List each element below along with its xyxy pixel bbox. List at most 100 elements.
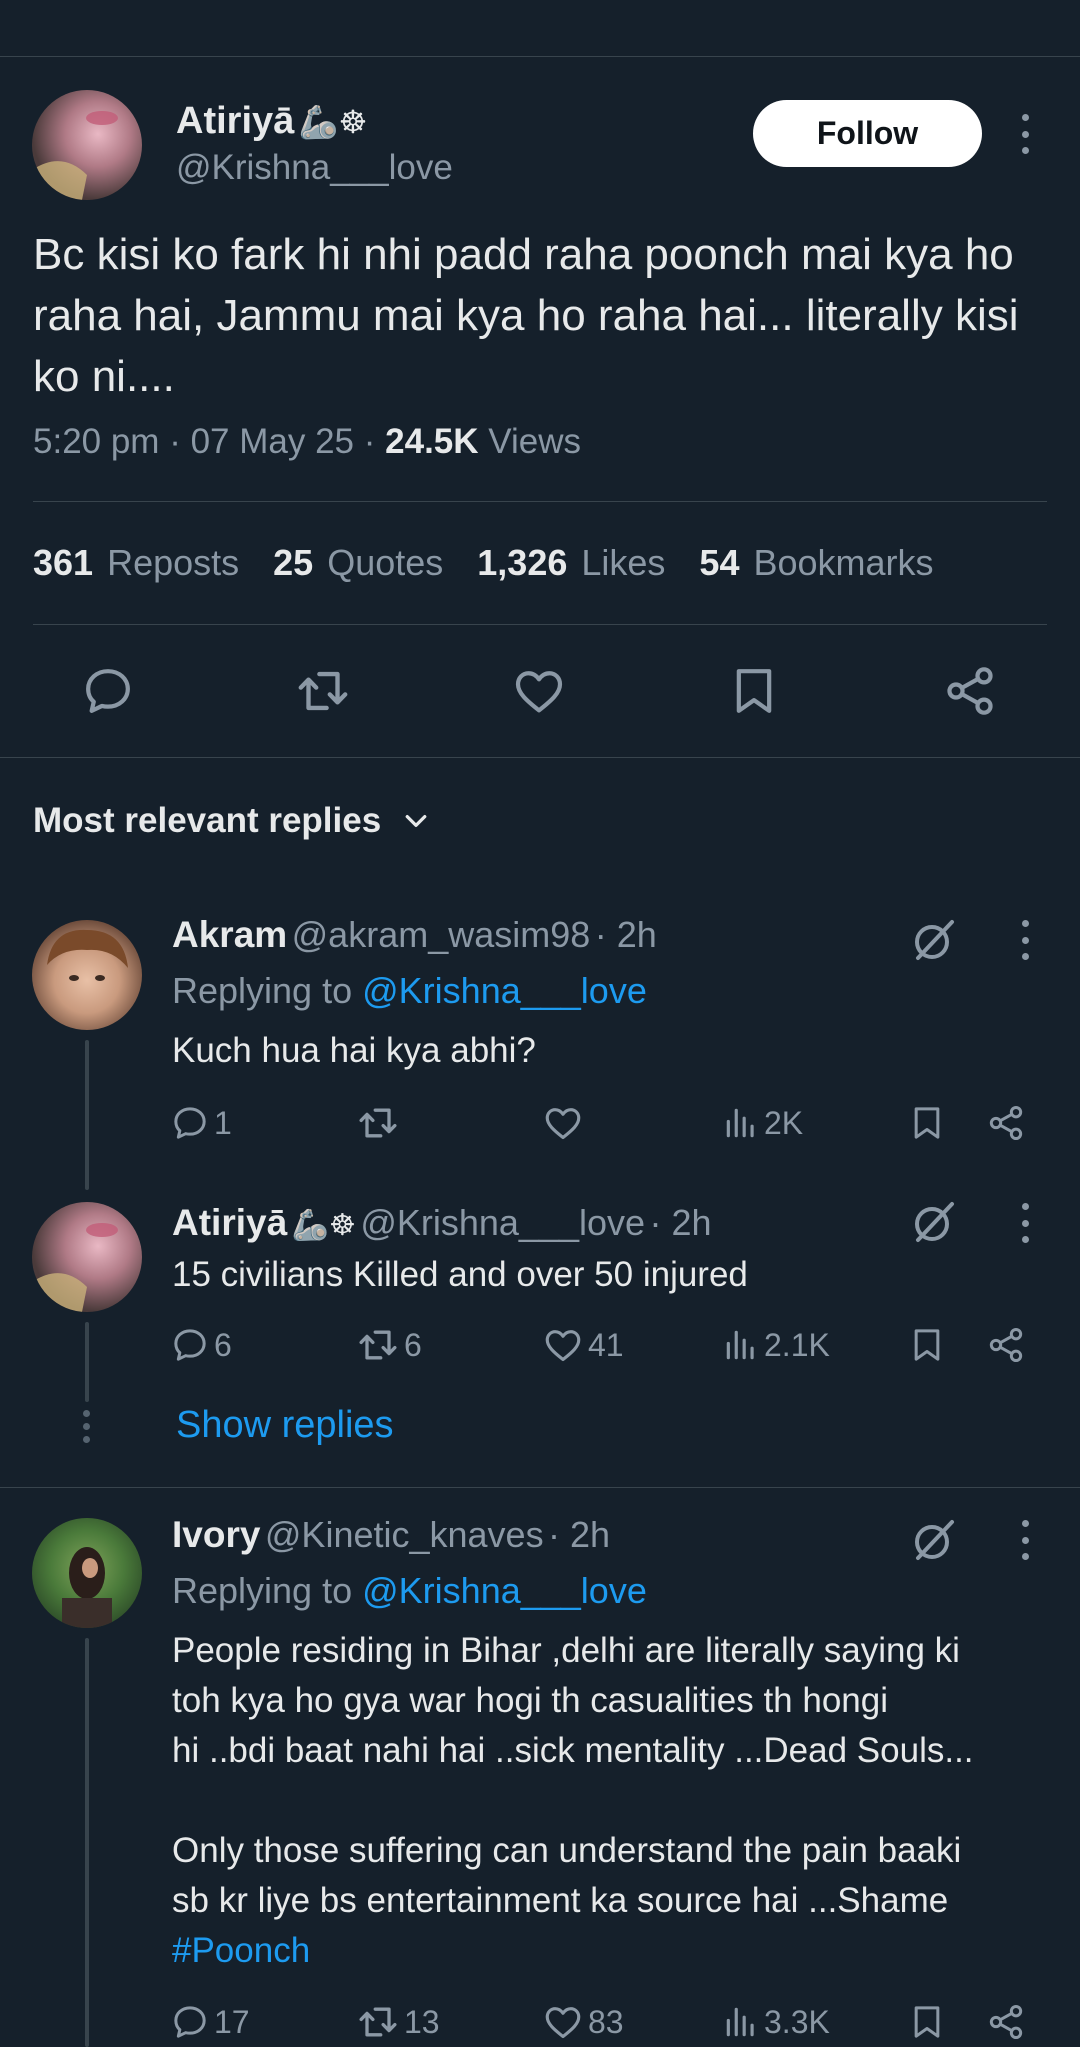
bookmark-icon bbox=[907, 1325, 947, 1365]
reply-icon bbox=[170, 2002, 210, 2042]
reply-author-name[interactable]: Atiriyā bbox=[172, 1202, 287, 1243]
reply-author-handle[interactable]: @Krishna___love bbox=[360, 1202, 645, 1243]
actions-divider bbox=[0, 757, 1080, 758]
reply-actions: 1 2K bbox=[170, 1098, 1030, 1148]
reply-icon bbox=[170, 1103, 210, 1143]
thread-line bbox=[85, 1638, 89, 2047]
author-handle[interactable]: @Krishna___love bbox=[176, 148, 453, 188]
bookmark-button[interactable] bbox=[907, 1997, 947, 2047]
more-options-icon[interactable] bbox=[1015, 1520, 1035, 1560]
reply-text: 15 civilians Killed and over 50 injured bbox=[172, 1255, 748, 1294]
repost-button[interactable] bbox=[356, 1098, 404, 1148]
grok-icon[interactable] bbox=[910, 1516, 958, 1569]
views-button[interactable]: 3.3K bbox=[722, 1997, 830, 2047]
repost-icon bbox=[356, 1323, 400, 1367]
reply-icon[interactable] bbox=[78, 661, 138, 721]
share-icon bbox=[986, 1325, 1026, 1365]
more-options-icon[interactable] bbox=[1015, 114, 1035, 154]
reposts-stat[interactable]: 361 Reposts bbox=[33, 542, 239, 584]
grok-icon[interactable] bbox=[910, 1198, 958, 1251]
like-icon bbox=[542, 1324, 584, 1366]
bookmark-button[interactable] bbox=[907, 1098, 947, 1148]
bookmark-button[interactable] bbox=[907, 1320, 947, 1370]
back-arrow-icon[interactable] bbox=[30, 0, 70, 10]
reply-time: · 2h bbox=[594, 914, 657, 955]
avatar[interactable] bbox=[32, 90, 142, 200]
tweet-date: 07 May 25 bbox=[190, 422, 355, 461]
engagement-stats: 361 Reposts 25 Quotes 1,326 Likes 54 Bookmar… bbox=[33, 542, 934, 584]
author-emoji: 🦾☸ bbox=[298, 103, 368, 141]
top-divider bbox=[0, 56, 1080, 57]
more-options-icon[interactable] bbox=[1015, 920, 1035, 960]
likes-stat[interactable]: 1,326 Likes bbox=[477, 542, 665, 584]
reply-button[interactable]: 1 bbox=[170, 1098, 232, 1148]
reply-header: Akram @akram_wasim98 · 2h bbox=[172, 914, 657, 956]
views-icon bbox=[722, 1326, 760, 1364]
replies-sort-label: Most relevant replies bbox=[33, 801, 382, 840]
share-icon bbox=[986, 2002, 1026, 2042]
like-button[interactable] bbox=[542, 1098, 588, 1148]
reply-author-name[interactable]: Ivory bbox=[172, 1514, 260, 1555]
reply-button[interactable]: 6 bbox=[170, 1320, 232, 1370]
like-button[interactable]: 41 bbox=[542, 1320, 624, 1370]
share-button[interactable] bbox=[986, 1997, 1026, 2047]
like-icon bbox=[542, 2001, 584, 2043]
views-button[interactable]: 2K bbox=[722, 1098, 803, 1148]
chevron-down-icon bbox=[405, 815, 427, 827]
like-button[interactable]: 83 bbox=[542, 1997, 624, 2047]
repost-button[interactable]: 13 bbox=[356, 1997, 440, 2047]
replies-sort-dropdown[interactable]: Most relevant replies bbox=[33, 801, 431, 841]
repost-icon[interactable] bbox=[293, 661, 353, 721]
bookmark-icon[interactable] bbox=[724, 661, 784, 721]
replying-to-link[interactable]: @Krishna___love bbox=[362, 970, 647, 1011]
replying-to: Replying to @Krishna___love bbox=[172, 1570, 647, 1611]
reply-divider bbox=[0, 1487, 1080, 1488]
reply-author-handle[interactable]: @Kinetic_knaves bbox=[265, 1514, 544, 1555]
author-name[interactable]: Atiriyā bbox=[176, 100, 294, 142]
reply-icon bbox=[170, 1325, 210, 1365]
avatar[interactable] bbox=[32, 1202, 142, 1312]
grok-icon[interactable] bbox=[910, 916, 958, 969]
replying-to-link[interactable]: @Krishna___love bbox=[362, 1570, 647, 1611]
reply-author-name[interactable]: Akram bbox=[172, 914, 287, 955]
top-bar bbox=[0, 0, 1080, 56]
tweet-text: Bc kisi ko fark hi nhi padd raha poonch … bbox=[33, 230, 1019, 401]
share-icon[interactable] bbox=[940, 661, 1000, 721]
bookmark-icon bbox=[907, 2002, 947, 2042]
thread-line bbox=[85, 1040, 89, 1190]
reply-header: Ivory @Kinetic_knaves · 2h bbox=[172, 1514, 610, 1556]
hashtag-link[interactable]: #Poonch bbox=[172, 1926, 1052, 1976]
thread-dots bbox=[83, 1410, 91, 1443]
follow-button[interactable]: Follow bbox=[753, 100, 982, 167]
repost-button[interactable]: 6 bbox=[356, 1320, 422, 1370]
thread-line bbox=[85, 1322, 89, 1402]
quotes-stat[interactable]: 25 Quotes bbox=[273, 542, 443, 584]
like-icon[interactable] bbox=[509, 661, 569, 721]
views-button[interactable]: 2.1K bbox=[722, 1320, 830, 1370]
reply-time: · 2h bbox=[548, 1514, 611, 1555]
bookmark-icon bbox=[907, 1103, 947, 1143]
repost-icon bbox=[356, 2000, 400, 2044]
show-replies-link[interactable]: Show replies bbox=[176, 1404, 394, 1447]
repost-icon bbox=[356, 1101, 400, 1145]
replying-to: Replying to @Krishna___love bbox=[172, 970, 647, 1011]
share-button[interactable] bbox=[986, 1320, 1026, 1370]
avatar[interactable] bbox=[32, 1518, 142, 1628]
views-icon bbox=[722, 1104, 760, 1142]
reply-header: Atiriyā 🦾☸ @Krishna___love · 2h bbox=[172, 1202, 712, 1244]
views-label: Views bbox=[488, 422, 582, 461]
author-name-row[interactable]: Atiriyā 🦾☸ bbox=[176, 100, 367, 143]
avatar[interactable] bbox=[32, 920, 142, 1030]
reply-author-handle[interactable]: @akram_wasim98 bbox=[292, 914, 591, 955]
views-icon bbox=[722, 2003, 760, 2041]
reply-text: People residing in Bihar ,delhi are lite… bbox=[172, 1626, 1052, 1976]
more-options-icon[interactable] bbox=[1015, 1203, 1035, 1243]
grok-icon[interactable] bbox=[995, 0, 1041, 6]
bookmarks-stat[interactable]: 54 Bookmarks bbox=[699, 542, 933, 584]
reply-author-emoji: 🦾☸ bbox=[291, 1208, 356, 1243]
share-button[interactable] bbox=[986, 1098, 1026, 1148]
reply-button[interactable]: 17 bbox=[170, 1997, 250, 2047]
reply-text: Kuch hua hai kya abhi? bbox=[172, 1031, 536, 1070]
stats-divider bbox=[33, 624, 1047, 625]
reply-actions: 17 13 83 3.3K bbox=[170, 1997, 1030, 2047]
